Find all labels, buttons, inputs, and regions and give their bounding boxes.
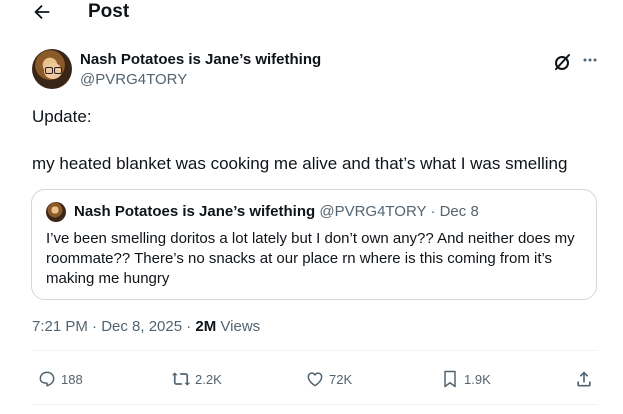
- views-count: 2M: [195, 318, 217, 335]
- quoted-display-name: Nash Potatoes is Jane’s wifething: [74, 203, 316, 220]
- top-bar: Post: [0, 0, 623, 28]
- reply-icon: [39, 371, 55, 387]
- grok-icon[interactable]: [553, 52, 573, 72]
- like-button[interactable]: 72K: [305, 368, 352, 390]
- share-button[interactable]: [574, 368, 598, 390]
- quoted-text: I’ve been smelling doritos a lot lately …: [46, 230, 575, 287]
- quoted-handle-date: @PVRG4TORY · Dec 8: [315, 203, 479, 220]
- divider-bottom: [32, 404, 598, 405]
- quoted-post[interactable]: Nash Potatoes is Jane’s wifething @PVRG4…: [31, 189, 597, 300]
- repost-button[interactable]: 2.2K: [171, 368, 222, 390]
- author-display-name[interactable]: Nash Potatoes is Jane’s wifething: [80, 51, 321, 69]
- post-timestamp: 7:21 PM · Dec 8, 2025 · 2M Views: [32, 318, 260, 336]
- time-date[interactable]: 7:21 PM · Dec 8, 2025 ·: [32, 318, 195, 335]
- like-count: 72K: [329, 371, 353, 387]
- heart-icon: [307, 372, 323, 387]
- back-arrow-icon[interactable]: [31, 1, 55, 25]
- quoted-avatar: [46, 202, 66, 222]
- repost-count: 2.2K: [195, 371, 222, 387]
- repost-icon: [171, 372, 191, 386]
- share-icon: [577, 371, 591, 387]
- quoted-header: Nash Potatoes is Jane’s wifething @PVRG4…: [74, 203, 479, 221]
- page-title: Post: [88, 1, 130, 22]
- bookmark-count: 1.9K: [464, 371, 491, 387]
- divider: [32, 350, 598, 351]
- author-handle[interactable]: @PVRG4TORY: [80, 71, 187, 89]
- reply-count: 188: [61, 371, 83, 387]
- views-label: Views: [216, 318, 261, 335]
- more-options-icon[interactable]: [581, 51, 599, 69]
- post-text-update: Update:: [32, 107, 92, 126]
- bookmark-icon: [444, 370, 456, 388]
- post-text-body: my heated blanket was cooking me alive a…: [32, 154, 568, 173]
- bookmark-button[interactable]: 1.9K: [440, 368, 491, 390]
- avatar[interactable]: [32, 49, 72, 89]
- reply-button[interactable]: 188: [37, 368, 83, 390]
